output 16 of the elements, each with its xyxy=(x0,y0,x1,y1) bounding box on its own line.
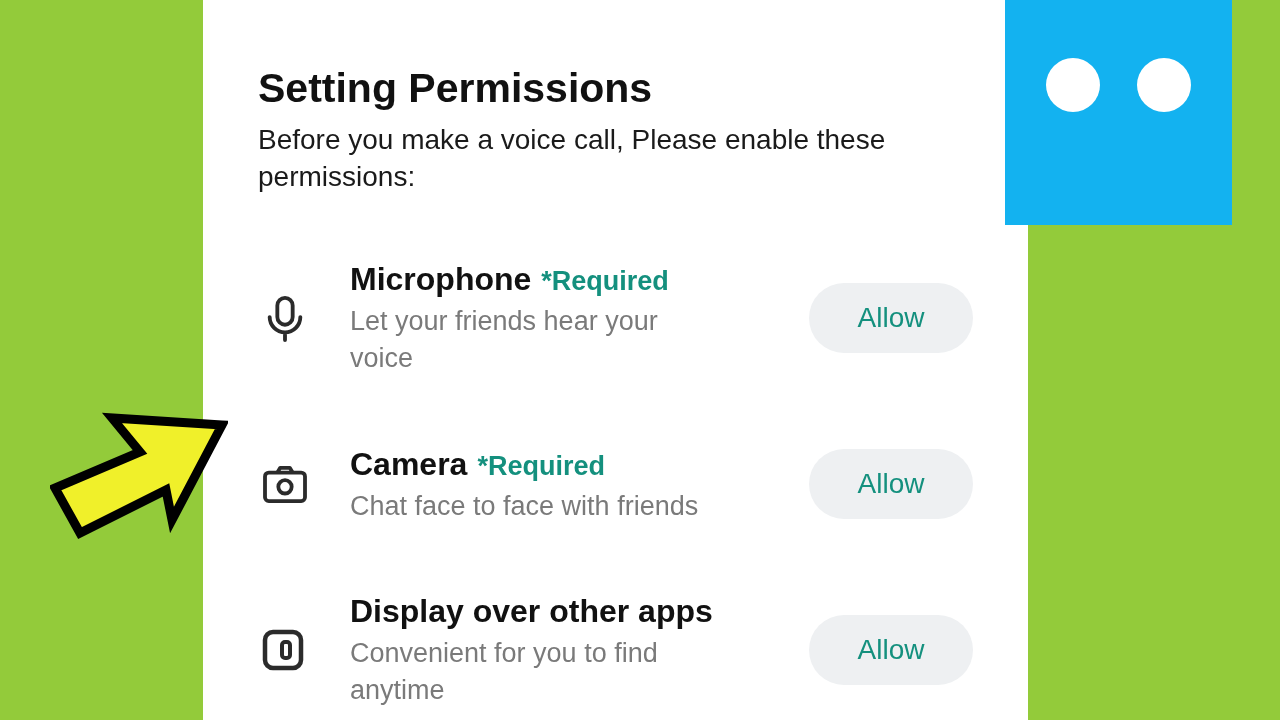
intro-text: Before you make a voice call, Please enable these permissions: xyxy=(258,123,887,195)
required-label: *Required xyxy=(541,266,669,298)
permission-description: Let your friends hear your voice xyxy=(350,305,659,376)
allow-button[interactable]: Allow xyxy=(809,283,973,354)
permission-name: Microphone xyxy=(350,260,532,300)
permission-description: Chat face to face with friends xyxy=(350,489,700,523)
overlay-icon xyxy=(262,629,304,672)
page-title: Setting Permissions xyxy=(258,64,654,113)
permission-name: Camera xyxy=(350,444,468,484)
allow-button[interactable]: Allow xyxy=(809,615,973,686)
camera-icon xyxy=(262,464,308,505)
allow-button[interactable]: Allow xyxy=(809,449,973,520)
permission-name: Display over other apps xyxy=(350,592,713,632)
required-label: *Required xyxy=(477,450,605,482)
pointer-arrow-icon xyxy=(50,412,228,540)
permission-description: Convenient for you to find anytime xyxy=(350,637,659,708)
